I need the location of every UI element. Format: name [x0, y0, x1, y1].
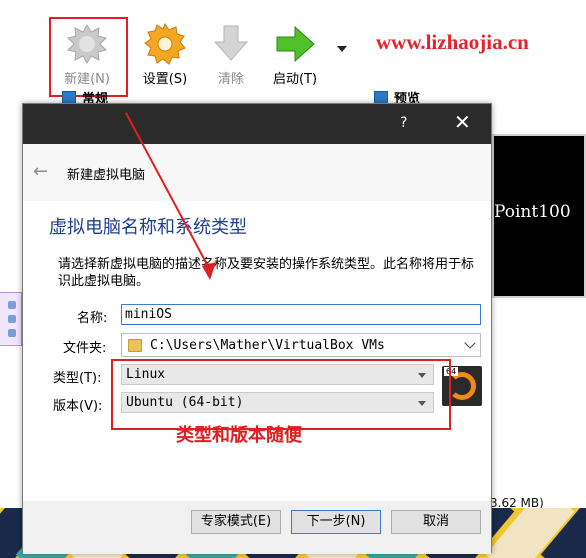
- folder-icon: [128, 339, 142, 352]
- close-icon[interactable]: ✕: [454, 112, 471, 132]
- preview-panel: Point100: [492, 134, 586, 298]
- new-button-highlight: [49, 17, 128, 97]
- name-label: 名称:: [77, 311, 108, 326]
- widget-dot: [8, 329, 16, 337]
- help-button[interactable]: ?: [400, 115, 407, 131]
- watermark: www.lizhaojia.cn: [376, 30, 529, 54]
- dialog-titlebar: ? ✕: [23, 104, 491, 144]
- next-button[interactable]: 下一步(N): [291, 510, 381, 534]
- settings-button[interactable]: 设置(S): [130, 22, 200, 87]
- name-input[interactable]: miniOS: [121, 304, 481, 325]
- dialog-nav: ← 新建虚拟电脑: [23, 144, 491, 201]
- page-description: 请选择新虚拟电脑的描述名称及要安装的操作系统类型。此名称将用于标识此虚拟电脑。: [58, 257, 475, 289]
- discard-button-label: 清除: [217, 72, 244, 87]
- page-heading: 虚拟电脑名称和系统类型: [49, 217, 247, 238]
- folder-value: C:\Users\Mather\VirtualBox VMs: [150, 338, 385, 353]
- start-button[interactable]: 启动(T): [260, 22, 330, 87]
- back-arrow-icon[interactable]: ←: [33, 161, 48, 182]
- dialog-footer: 专家模式(E) 下一步(N) 取消: [23, 501, 491, 554]
- widget-dot: [8, 315, 16, 323]
- discard-arrow-icon: [209, 22, 253, 66]
- dialog-title: 新建虚拟电脑: [67, 168, 146, 183]
- chevron-down-icon: [464, 337, 476, 349]
- widget-dot: [8, 301, 16, 309]
- annotation-text: 类型和版本随便: [176, 425, 302, 446]
- side-widget[interactable]: [0, 292, 22, 346]
- start-button-label: 启动(T): [272, 72, 318, 87]
- type-version-highlight: [111, 359, 451, 430]
- start-arrow-icon: [273, 22, 317, 66]
- type-label: 类型(T):: [53, 371, 102, 386]
- new-vm-dialog: ? ✕ ← 新建虚拟电脑 虚拟电脑名称和系统类型 请选择新虚拟电脑的描述名称及要…: [22, 103, 492, 554]
- vbox-toolbar: 新建(N) 设置(S) 清除 启动(T) www.lizhaojia.cn: [0, 0, 586, 97]
- cancel-button[interactable]: 取消: [391, 510, 481, 534]
- folder-label: 文件夹:: [63, 341, 107, 356]
- expert-mode-button[interactable]: 专家模式(E): [191, 510, 281, 534]
- discard-button[interactable]: 清除: [196, 22, 266, 87]
- preview-text: Point100: [494, 202, 571, 222]
- version-label: 版本(V):: [53, 399, 103, 414]
- folder-select[interactable]: C:\Users\Mather\VirtualBox VMs: [121, 333, 481, 357]
- start-dropdown-icon[interactable]: [337, 46, 347, 52]
- settings-button-label: 设置(S): [142, 72, 188, 87]
- gear-icon: [143, 22, 187, 66]
